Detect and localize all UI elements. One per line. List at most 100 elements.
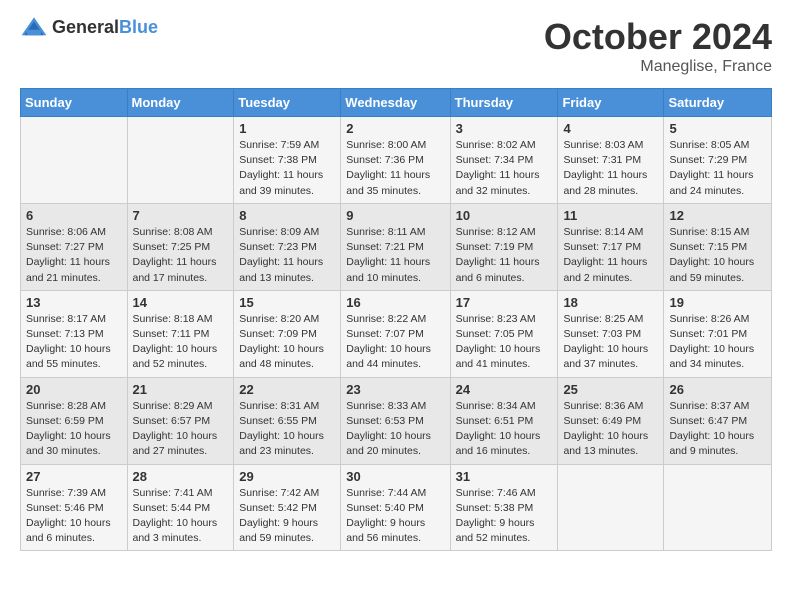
day-info: Sunrise: 8:33 AM Sunset: 6:53 PM Dayligh… [346,399,444,460]
day-number: 3 [456,121,553,136]
month-title: October 2024 [544,16,772,58]
day-info: Sunrise: 7:41 AM Sunset: 5:44 PM Dayligh… [133,486,229,547]
day-cell: 8 Sunrise: 8:09 AM Sunset: 7:23 PM Daylig… [234,203,341,290]
column-header-wednesday: Wednesday [341,89,450,117]
day-info: Sunrise: 8:02 AM Sunset: 7:34 PM Dayligh… [456,138,553,199]
day-info: Sunrise: 8:03 AM Sunset: 7:31 PM Dayligh… [563,138,658,199]
day-number: 11 [563,208,658,223]
day-cell: 19Sunrise: 8:26 AM Sunset: 7:01 PM Dayli… [664,290,772,377]
day-number: 31 [456,469,553,484]
day-cell: 9Sunrise: 8:11 AM Sunset: 7:21 PM Daylig… [341,203,450,290]
day-info: Sunrise: 8:17 AM Sunset: 7:13 PM Dayligh… [26,312,122,373]
day-number: 18 [563,295,658,310]
day-number: 29 [239,469,335,484]
day-cell: 16 Sunrise: 8:22 AM Sunset: 7:07 PM Dayli… [341,290,450,377]
day-number: 16 [346,295,444,310]
day-cell [21,117,128,204]
day-cell: 17 Sunrise: 8:23 AM Sunset: 7:05 PM Dayli… [450,290,558,377]
column-header-thursday: Thursday [450,89,558,117]
column-header-friday: Friday [558,89,664,117]
day-cell: 18Sunrise: 8:25 AM Sunset: 7:03 PM Dayli… [558,290,664,377]
day-number: 10 [456,208,553,223]
day-number: 22 [239,382,335,397]
day-info: Sunrise: 8:08 AM Sunset: 7:25 PM Dayligh… [133,225,229,286]
day-number: 6 [26,208,122,223]
logo: GeneralBlue [20,16,158,38]
day-cell: 31 Sunrise: 7:46 AM Sunset: 5:38 PM Dayli… [450,464,558,551]
week-row-1: 1 Sunrise: 7:59 AM Sunset: 7:38 PM Daylig… [21,117,772,204]
day-info: Sunrise: 7:46 AM Sunset: 5:38 PM Dayligh… [456,486,553,547]
day-info: Sunrise: 7:44 AM Sunset: 5:40 PM Dayligh… [346,486,444,547]
day-number: 12 [669,208,766,223]
day-number: 30 [346,469,444,484]
day-cell: 12 Sunrise: 8:15 AM Sunset: 7:15 PM Dayli… [664,203,772,290]
day-info: Sunrise: 8:09 AM Sunset: 7:23 PM Dayligh… [239,225,335,286]
logo-text: GeneralBlue [52,17,158,38]
day-number: 2 [346,121,444,136]
day-cell: 21 Sunrise: 8:29 AM Sunset: 6:57 PM Dayli… [127,377,234,464]
week-row-5: 27 Sunrise: 7:39 AM Sunset: 5:46 PM Dayli… [21,464,772,551]
day-cell: 6 Sunrise: 8:06 AM Sunset: 7:27 PM Daylig… [21,203,128,290]
day-info: Sunrise: 8:26 AM Sunset: 7:01 PM Dayligh… [669,312,766,373]
day-cell: 27 Sunrise: 7:39 AM Sunset: 5:46 PM Dayli… [21,464,128,551]
day-info: Sunrise: 8:11 AM Sunset: 7:21 PM Dayligh… [346,225,444,286]
day-info: Sunrise: 8:05 AM Sunset: 7:29 PM Dayligh… [669,138,766,199]
day-number: 26 [669,382,766,397]
day-number: 8 [239,208,335,223]
day-cell [127,117,234,204]
day-cell [664,464,772,551]
day-number: 17 [456,295,553,310]
day-cell: 23Sunrise: 8:33 AM Sunset: 6:53 PM Dayli… [341,377,450,464]
day-info: Sunrise: 8:00 AM Sunset: 7:36 PM Dayligh… [346,138,444,199]
day-number: 21 [133,382,229,397]
day-number: 7 [133,208,229,223]
day-info: Sunrise: 8:23 AM Sunset: 7:05 PM Dayligh… [456,312,553,373]
day-info: Sunrise: 7:42 AM Sunset: 5:42 PM Dayligh… [239,486,335,547]
calendar-table: SundayMondayTuesdayWednesdayThursdayFrid… [20,88,772,551]
day-cell: 20Sunrise: 8:28 AM Sunset: 6:59 PM Dayli… [21,377,128,464]
day-number: 27 [26,469,122,484]
day-cell: 15 Sunrise: 8:20 AM Sunset: 7:09 PM Dayli… [234,290,341,377]
day-cell: 26 Sunrise: 8:37 AM Sunset: 6:47 PM Dayli… [664,377,772,464]
week-row-4: 20Sunrise: 8:28 AM Sunset: 6:59 PM Dayli… [21,377,772,464]
day-number: 4 [563,121,658,136]
day-info: Sunrise: 8:20 AM Sunset: 7:09 PM Dayligh… [239,312,335,373]
logo-icon [20,16,48,38]
day-info: Sunrise: 7:59 AM Sunset: 7:38 PM Dayligh… [239,138,335,199]
header-row: SundayMondayTuesdayWednesdayThursdayFrid… [21,89,772,117]
day-cell: 14 Sunrise: 8:18 AM Sunset: 7:11 PM Dayli… [127,290,234,377]
day-cell: 4 Sunrise: 8:03 AM Sunset: 7:31 PM Daylig… [558,117,664,204]
day-number: 15 [239,295,335,310]
day-number: 14 [133,295,229,310]
logo-general: General [52,17,119,37]
day-cell: 29 Sunrise: 7:42 AM Sunset: 5:42 PM Dayli… [234,464,341,551]
day-info: Sunrise: 8:12 AM Sunset: 7:19 PM Dayligh… [456,225,553,286]
day-cell: 24Sunrise: 8:34 AM Sunset: 6:51 PM Dayli… [450,377,558,464]
day-info: Sunrise: 8:36 AM Sunset: 6:49 PM Dayligh… [563,399,658,460]
week-row-2: 6 Sunrise: 8:06 AM Sunset: 7:27 PM Daylig… [21,203,772,290]
day-number: 1 [239,121,335,136]
day-cell: 22Sunrise: 8:31 AM Sunset: 6:55 PM Dayli… [234,377,341,464]
day-cell: 30 Sunrise: 7:44 AM Sunset: 5:40 PM Dayli… [341,464,450,551]
column-header-monday: Monday [127,89,234,117]
column-header-tuesday: Tuesday [234,89,341,117]
title-area: October 2024 Maneglise, France [544,16,772,76]
column-header-saturday: Saturday [664,89,772,117]
day-cell: 11Sunrise: 8:14 AM Sunset: 7:17 PM Dayli… [558,203,664,290]
day-info: Sunrise: 8:15 AM Sunset: 7:15 PM Dayligh… [669,225,766,286]
day-info: Sunrise: 8:22 AM Sunset: 7:07 PM Dayligh… [346,312,444,373]
day-info: Sunrise: 8:18 AM Sunset: 7:11 PM Dayligh… [133,312,229,373]
day-cell: 2 Sunrise: 8:00 AM Sunset: 7:36 PM Daylig… [341,117,450,204]
day-info: Sunrise: 8:06 AM Sunset: 7:27 PM Dayligh… [26,225,122,286]
day-number: 24 [456,382,553,397]
day-cell: 1 Sunrise: 7:59 AM Sunset: 7:38 PM Daylig… [234,117,341,204]
day-number: 28 [133,469,229,484]
day-info: Sunrise: 8:29 AM Sunset: 6:57 PM Dayligh… [133,399,229,460]
day-info: Sunrise: 7:39 AM Sunset: 5:46 PM Dayligh… [26,486,122,547]
column-header-sunday: Sunday [21,89,128,117]
logo-blue: Blue [119,17,158,37]
day-info: Sunrise: 8:37 AM Sunset: 6:47 PM Dayligh… [669,399,766,460]
day-cell: 28 Sunrise: 7:41 AM Sunset: 5:44 PM Dayli… [127,464,234,551]
day-cell: 7 Sunrise: 8:08 AM Sunset: 7:25 PM Daylig… [127,203,234,290]
location-title: Maneglise, France [544,58,772,76]
